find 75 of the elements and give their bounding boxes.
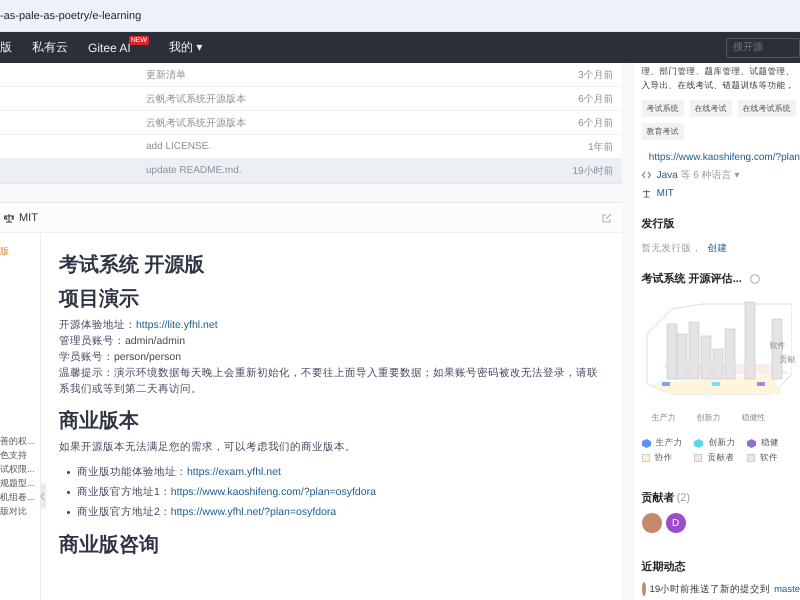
axis-label: 软件 xyxy=(770,340,786,351)
section-heading: 近期动态 xyxy=(642,560,687,574)
list-text: 商业版官方地址1： xyxy=(76,485,171,500)
readme-text: 如果开源版本无法满足您的需求，可以考虑我们的商业版本。 xyxy=(58,440,357,455)
website-link[interactable]: https://www.kaoshifeng.com/?plan xyxy=(648,152,800,162)
license-name: MIT xyxy=(19,212,38,224)
link[interactable]: https://www.kaoshifeng.com/?plan=osyfdora xyxy=(170,484,376,500)
avatar[interactable]: D xyxy=(666,513,686,533)
toc-item[interactable]: 善的权... xyxy=(0,435,40,449)
readme-text: 管理员账号：admin/admin xyxy=(58,335,186,347)
legend-label: 软件 xyxy=(760,452,778,464)
bar xyxy=(676,334,687,380)
nav-link[interactable]: Gitee AI xyxy=(88,40,131,54)
contributor-count: (2) xyxy=(676,492,690,504)
toc-item[interactable]: 色支持 xyxy=(0,449,40,463)
toc-item[interactable]: 试权限... xyxy=(0,463,40,477)
legend-label: 贡献者 xyxy=(707,452,734,464)
topic-tag[interactable]: 在线考试 xyxy=(690,100,732,117)
commit-time: 3个月前 xyxy=(578,68,614,82)
list-text: 商业版官方地址2： xyxy=(76,505,171,520)
toc-item[interactable]: 机组卷... xyxy=(0,491,40,505)
topic-tag[interactable]: 在线考试系统 xyxy=(738,100,796,117)
repo-description: 入导出、在线考试、错题训练等功能， xyxy=(642,79,796,91)
help-icon[interactable] xyxy=(750,274,760,284)
section-heading: 贡献者 xyxy=(642,490,675,505)
commit-time: 6个月前 xyxy=(578,116,614,130)
link[interactable]: https://exam.yfhl.net xyxy=(186,464,281,480)
balance-icon xyxy=(642,188,651,198)
readme-text: 学员账号：person/person xyxy=(58,351,182,363)
nav-link[interactable]: 私有云 xyxy=(32,39,68,56)
language-link[interactable]: Java xyxy=(656,170,678,181)
legend-label: 稳健 xyxy=(761,437,780,449)
toc-item[interactable]: 规题型... xyxy=(0,477,40,491)
readme-text: 开源体验地址： xyxy=(58,319,136,331)
create-link[interactable]: 创建 xyxy=(708,242,728,254)
link[interactable]: https://www.yfhl.net/?plan=osyfdora xyxy=(170,504,336,520)
axis-label: 生产力 xyxy=(652,412,676,423)
axis-label: 创新力 xyxy=(696,412,721,423)
commit-time: 1年前 xyxy=(588,140,614,154)
link[interactable]: https://lite.yfhl.net xyxy=(136,319,218,331)
legend-label: 生产力 xyxy=(656,437,683,449)
toc-item[interactable]: 版对比 xyxy=(0,505,40,519)
edit-icon[interactable] xyxy=(602,212,612,222)
bar xyxy=(700,336,711,380)
search-field[interactable]: 搜开源 xyxy=(726,38,800,58)
tile xyxy=(662,382,670,386)
avatar[interactable] xyxy=(642,513,662,533)
topic-tag[interactable]: 教育考试 xyxy=(642,123,684,140)
commit-time: 6个月前 xyxy=(578,92,614,106)
license-link[interactable]: MIT xyxy=(656,188,674,198)
nav-menu[interactable]: 我的 ▾ xyxy=(169,39,202,56)
legend-label: 创新力 xyxy=(708,437,736,449)
bar xyxy=(666,324,677,380)
empty-text: 暂无发行版， xyxy=(642,242,702,254)
axis-label: 稳健性 xyxy=(742,412,766,423)
legend-label: 协作 xyxy=(654,452,673,464)
repo-description: 理、部门管理、题库管理、试题管理、 xyxy=(642,65,796,77)
nav-link[interactable]: 版 xyxy=(0,39,12,56)
collapse-icon[interactable] xyxy=(40,483,46,509)
axis-label: 贡献 xyxy=(780,354,796,365)
address-field[interactable]: -as-pale-as-poetry/e-learning xyxy=(0,10,142,22)
topic-tag[interactable]: 考试系统 xyxy=(642,100,684,117)
section-heading: 发行版 xyxy=(642,217,676,231)
code-icon xyxy=(642,171,651,179)
commit-time: 19小时前 xyxy=(572,164,614,178)
list-text: 商业版功能体验地址： xyxy=(76,465,187,480)
section-heading: 考试系统 开源评估... xyxy=(642,272,742,286)
activity-text: 19小时前推送了新的提交到 xyxy=(650,582,770,596)
tile xyxy=(756,382,765,386)
readme-text: 温馨提示：演示环境数据每天晚上会重新初始化，不要往上面导入重要数据；如果账号密码被改无法登录，请联系我们或等到第二天再访问。 xyxy=(58,367,598,395)
balance-icon xyxy=(4,212,14,222)
branch-link[interactable]: maste xyxy=(774,584,800,594)
tile xyxy=(712,382,720,386)
avatar[interactable] xyxy=(642,582,646,596)
bar xyxy=(688,322,699,380)
